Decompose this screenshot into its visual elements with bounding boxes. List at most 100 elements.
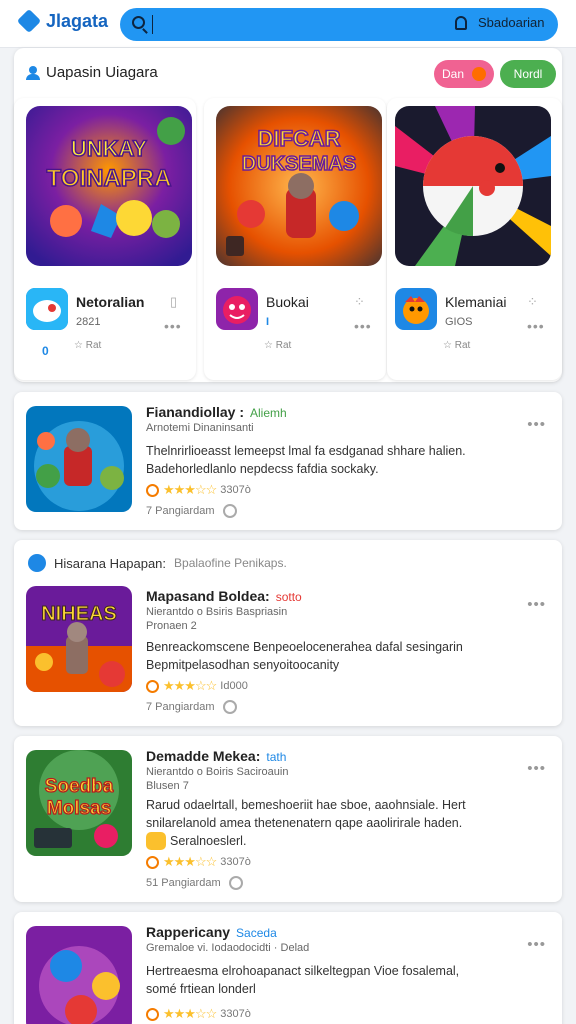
- item-description: Hertreaesma elrohoapanact silkeltegpan V…: [146, 964, 460, 996]
- game-rating-text: Rat: [454, 340, 471, 351]
- svg-text:NIHEAS: NIHEAS: [41, 603, 117, 625]
- more-icon[interactable]: •••: [527, 318, 545, 334]
- coin-icon: [146, 483, 159, 497]
- gear-icon[interactable]: [222, 700, 237, 714]
- item-subtitle: Nierantdo o Boiris Saciroauin: [146, 766, 289, 778]
- gear-icon[interactable]: [222, 504, 237, 518]
- item-subtitle: Gremaloe vi. Iodaodocidti · Delad: [146, 942, 310, 954]
- more-icon[interactable]: •••: [527, 416, 546, 433]
- game-name: Netoralian: [76, 294, 145, 310]
- more-icon[interactable]: •••: [527, 936, 546, 953]
- share-icon[interactable]: ⁘: [354, 294, 365, 310]
- list-item[interactable]: Soedba Molsas Demadde Mekea: tath Nierant…: [14, 736, 562, 902]
- item-rating-value: 3307ò: [220, 484, 251, 496]
- svg-text:Molsas: Molsas: [47, 798, 111, 819]
- filter-pill-pink-label: Dan: [441, 67, 464, 81]
- search-bar[interactable]: Sbadoarian: [120, 8, 558, 41]
- bookmark-icon[interactable]: ▯: [170, 294, 177, 310]
- item-rating-value: 3307ò: [220, 1008, 251, 1020]
- svg-text:UNKAY: UNKAY: [71, 136, 148, 161]
- list-item[interactable]: Hisarana Hapapan: Bpalaofine Penikaps. N…: [14, 540, 562, 726]
- game-card[interactable]: Klemaniai GIOS ☆ Rat ⁘ •••: [387, 98, 562, 380]
- game-art: DIFCAR DUKSEMAS: [216, 106, 382, 266]
- item-title-text: Rappericany: [146, 924, 231, 940]
- item-tag: sotto: [275, 590, 302, 604]
- svg-text:Soedba: Soedba: [45, 776, 114, 797]
- filter-pill-pink[interactable]: Dan: [434, 60, 494, 88]
- section-title: Hisarana Hapapan:: [54, 555, 167, 571]
- game-card[interactable]: UNKAY TOINAPRA Netoralian 2821 0 ☆ Rat ▯…: [14, 98, 196, 380]
- search-icon: [132, 16, 145, 29]
- item-subtitle: Nierantdo o Bsiris Baspriasin: [146, 606, 288, 618]
- item-title-text: Demadde Mekea:: [146, 748, 261, 764]
- item-rating: ★★★☆☆ 3307ò: [146, 1006, 251, 1022]
- item-tag: Aliemh: [250, 406, 287, 420]
- game-name: Buokai: [266, 294, 309, 310]
- svg-text:DIFCAR: DIFCAR: [257, 126, 340, 151]
- game-thumbnail: [26, 406, 132, 512]
- more-icon[interactable]: •••: [164, 318, 182, 334]
- game-thumbnail: [26, 926, 132, 1024]
- search-input[interactable]: [152, 15, 452, 34]
- featured-panel: Uapasin Uiagara Dan Nordl UNKAY TOINAPRA: [14, 48, 562, 382]
- item-rating-value: Id000: [220, 680, 248, 692]
- star-rating-icon: ★★★☆☆: [163, 678, 217, 693]
- item-subtitle-2: Blusen 7: [146, 780, 189, 792]
- game-subtitle: GIOS: [445, 316, 473, 328]
- item-rating: ★★★☆☆ 3307ò: [146, 854, 251, 870]
- item-footer-text: 51 Pangiardam: [146, 877, 221, 889]
- filter-pill-green-label: Nordl: [513, 67, 543, 81]
- game-thumbnail: NIHEAS: [26, 586, 132, 692]
- game-icon: [216, 288, 258, 330]
- item-tag: tath: [266, 750, 287, 764]
- bell-icon[interactable]: [455, 16, 467, 30]
- item-rating: ★★★☆☆ Id000: [146, 678, 248, 694]
- item-footer: 51 Pangiardam: [146, 876, 243, 890]
- more-icon[interactable]: •••: [527, 760, 546, 777]
- share-icon[interactable]: ⁘: [527, 294, 538, 310]
- item-chip[interactable]: Seralnoeslerl.: [146, 832, 246, 850]
- coin-icon: [146, 679, 159, 693]
- game-subtitle: 2821: [76, 316, 101, 328]
- toggle-dot-icon: [472, 67, 486, 81]
- filter-pill-green[interactable]: Nordl: [500, 60, 556, 88]
- item-description: Benreackomscene Benpeoelocenerahea dafal…: [146, 640, 463, 672]
- game-rating-text: Rat: [275, 340, 292, 351]
- game-rating-label: ☆ Rat: [443, 340, 471, 351]
- game-rating-label: ☆ Rat: [264, 340, 292, 351]
- list-section-header: Hisarana Hapapan: Bpalaofine Penikaps.: [28, 554, 287, 572]
- item-footer: 7 Pangiardam: [146, 700, 237, 714]
- gear-icon[interactable]: [228, 876, 243, 890]
- item-title: Mapasand Boldea: sotto: [146, 588, 302, 604]
- item-tag: Saceda: [236, 926, 277, 940]
- item-subtitle-2: Pronaen 2: [146, 620, 197, 632]
- app-title: Jlagata: [46, 10, 109, 31]
- game-card[interactable]: DIFCAR DUKSEMAS Buokai I ☆ Rat ⁘ •••: [204, 98, 386, 380]
- featured-title: Uapasin Uiagara: [46, 64, 158, 81]
- star-rating-icon: ★★★☆☆: [163, 854, 217, 869]
- item-title: Demadde Mekea: tath: [146, 748, 286, 764]
- item-footer-text: 7 Pangiardam: [146, 701, 215, 713]
- list-item[interactable]: Rappericany Saceda Gremaloe vi. Iodaodoci…: [14, 912, 562, 1024]
- item-footer-text: 7 Pangiardam: [146, 505, 215, 517]
- search-button[interactable]: Sbadoarian: [478, 15, 545, 30]
- item-chip-text: Seralnoeslerl.: [170, 834, 247, 848]
- top-bar: Jlagata Sbadoarian: [0, 0, 576, 48]
- item-title-text: Fianandiollay :: [146, 404, 245, 420]
- game-subtitle: I: [266, 316, 270, 328]
- featured-header: Uapasin Uiagara: [26, 64, 158, 81]
- coin-icon: [146, 855, 159, 869]
- list-item[interactable]: Fianandiollay : Aliemh Arnotemi Dinaninsa…: [14, 392, 562, 530]
- game-art: [395, 106, 551, 266]
- star-rating-icon: ★★★☆☆: [163, 1006, 217, 1021]
- more-icon[interactable]: •••: [527, 596, 546, 613]
- chip-icon: [146, 832, 166, 850]
- app-logo[interactable]: Jlagata: [16, 8, 109, 34]
- item-description: Rarud odaelrtall, bemeshoeriit hae sboe,…: [146, 798, 466, 830]
- svg-text:TOINAPRA: TOINAPRA: [47, 165, 172, 192]
- more-icon[interactable]: •••: [354, 318, 372, 334]
- svg-text:DUKSEMAS: DUKSEMAS: [242, 153, 356, 175]
- item-subtitle: Arnotemi Dinaninsanti: [146, 422, 254, 434]
- item-title-text: Mapasand Boldea:: [146, 588, 270, 604]
- logo-icon: [16, 8, 42, 34]
